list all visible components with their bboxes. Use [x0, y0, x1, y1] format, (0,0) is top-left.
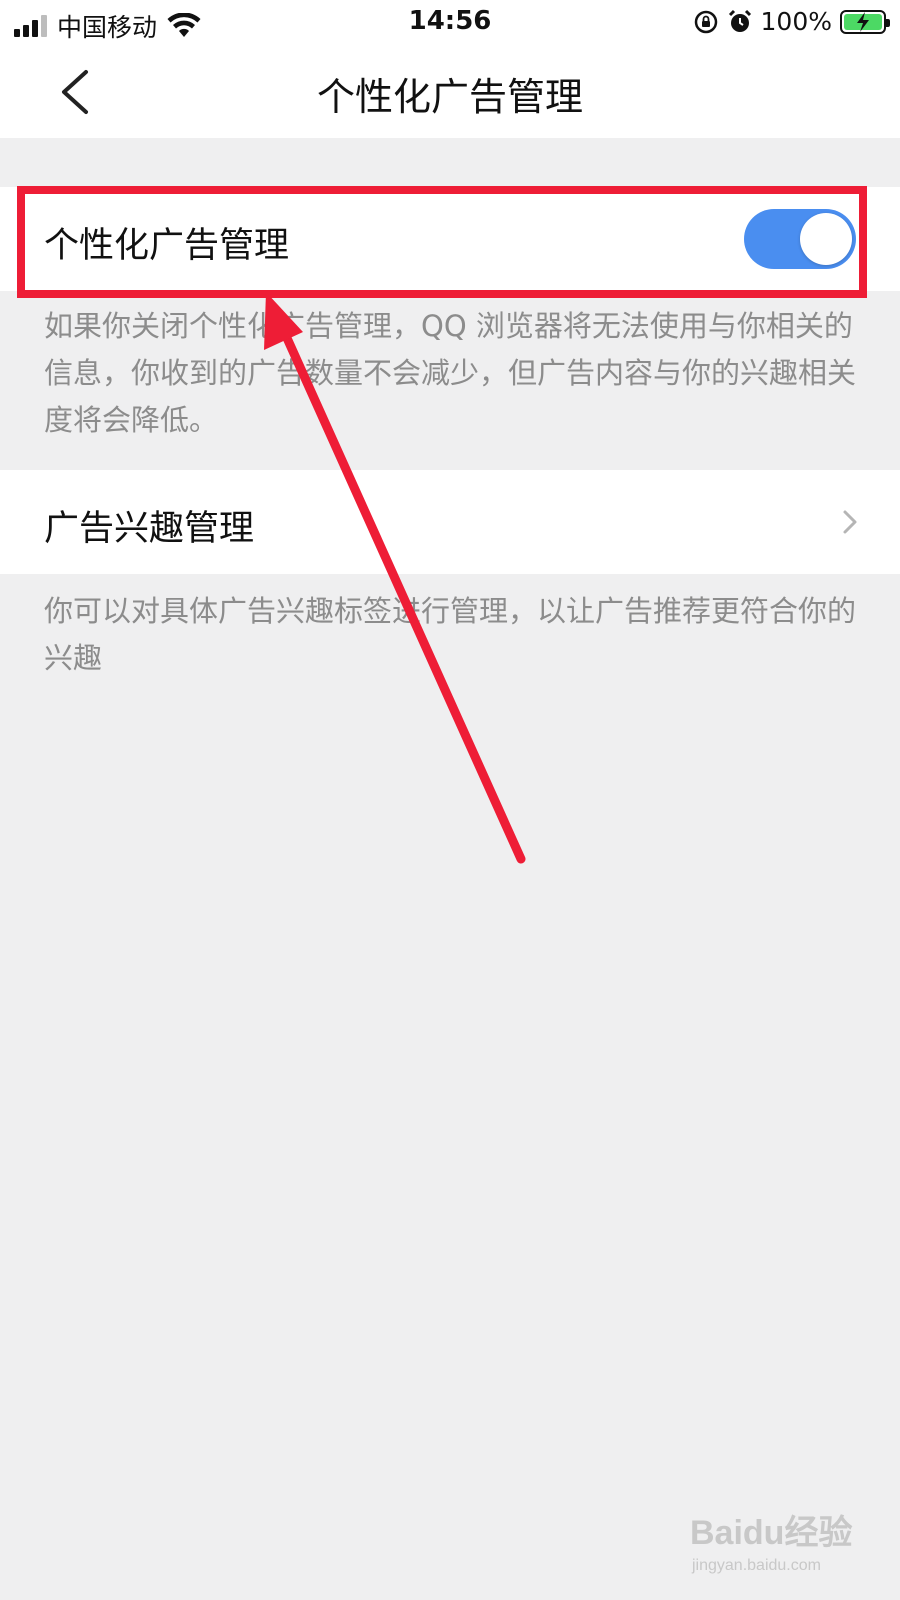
ad-interests-label: 广告兴趣管理 [44, 509, 255, 549]
status-bar: 中国移动 14:56 100% [0, 0, 900, 46]
personalized-ads-description: 如果你关闭个性化广告管理，QQ 浏览器将无法使用与你相关的信息，你收到的广告数量… [44, 309, 857, 437]
toggle-knob [800, 213, 852, 265]
battery-percent: 100% [760, 7, 832, 36]
status-right: 100% [693, 7, 890, 36]
chevron-right-icon [843, 510, 857, 534]
personalized-ads-label: 个性化广告管理 [44, 226, 290, 266]
rotation-lock-icon [694, 10, 717, 33]
personalized-ads-row: 个性化广告管理 [0, 187, 900, 291]
battery-icon [840, 9, 890, 34]
ad-interests-row[interactable]: 广告兴趣管理 [0, 470, 900, 574]
watermark-brand: Baidu经验 [690, 1514, 853, 1552]
watermark-url: jingyan.baidu.com [692, 1557, 821, 1574]
ad-interests-description: 你可以对具体广告兴趣标签进行管理，以让广告推荐更符合你的兴趣 [44, 594, 857, 675]
alarm-icon [728, 9, 751, 32]
nav-bar: 个性化广告管理 [0, 46, 900, 138]
baidu-watermark: Baidu经验 jingyan.baidu.com [690, 1505, 880, 1585]
personalized-ads-toggle[interactable] [744, 209, 856, 269]
page-title: 个性化广告管理 [316, 75, 583, 119]
